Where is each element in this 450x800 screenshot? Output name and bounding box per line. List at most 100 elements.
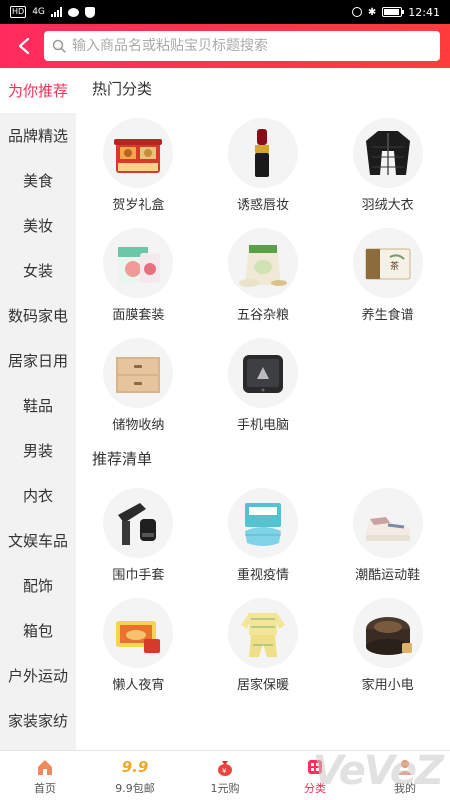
category-label: 居家保暖 (236, 678, 289, 693)
sidebar-item[interactable]: 箱包 (0, 608, 76, 653)
category-tile[interactable]: 贺岁礼盒 (76, 108, 201, 218)
back-button[interactable] (8, 30, 40, 62)
bluetooth-icon: ✱ (367, 6, 377, 18)
category-sidebar: 为你推荐 品牌精选 美食 美妆 女装 数码家电 居家日用 鞋品 男装 内衣 文娱车品 配饰 箱包 户外运动… (0, 68, 76, 750)
category-tile[interactable]: 诱惑唇妆 (201, 108, 326, 218)
chevron-left-icon (18, 37, 30, 55)
svg-text:茶: 茶 (390, 260, 399, 272)
category-tile[interactable]: 围巾手套 (76, 478, 201, 588)
status-bar: HD 4G ✱ 12:41 (0, 0, 450, 24)
lipstick-icon (254, 129, 269, 177)
section-title: 推荐清单 (92, 449, 153, 468)
tab-label: 9.9包邮 (115, 781, 155, 795)
watermark-logo: VeVeZ (312, 748, 444, 794)
status-right: ✱ 12:41 (351, 5, 440, 19)
nine-nine-icon: 9.9 (121, 757, 149, 776)
category-thumbnail (227, 488, 298, 558)
category-tile[interactable]: 羽绒大衣 (325, 108, 450, 218)
category-tile[interactable]: 五谷杂粮 (201, 218, 326, 328)
sidebar-item[interactable]: 家装家纺 (0, 698, 76, 743)
rice-cooker-icon (365, 617, 412, 655)
category-tile[interactable]: 茶养生食谱 (325, 218, 450, 328)
category-label: 面膜套装 (112, 308, 165, 323)
hd-badge: HD (10, 6, 27, 18)
category-thumbnail (227, 228, 298, 298)
face-mask-icon (118, 247, 161, 283)
medical-mask-icon (244, 503, 281, 546)
phone-icon (242, 355, 283, 393)
sidebar-item[interactable]: 品牌精选 (0, 113, 76, 158)
grain-bag-icon (238, 245, 287, 287)
category-thumbnail (103, 338, 174, 408)
category-tile[interactable]: 居家保暖 (201, 588, 326, 698)
category-label: 五谷杂粮 (236, 308, 289, 323)
message-icon (67, 7, 79, 17)
sidebar-item[interactable]: 美食 (0, 158, 76, 203)
category-label: 潮酷运动鞋 (355, 568, 421, 583)
shield-icon (84, 6, 95, 18)
category-thumbnail (352, 598, 423, 668)
home-icon (34, 756, 56, 778)
category-tile[interactable]: 重视疫情 (201, 478, 326, 588)
category-label: 懒人夜宵 (112, 678, 165, 693)
category-tile[interactable]: 潮酷运动鞋 (325, 478, 450, 588)
scarf-gloves-icon (118, 503, 157, 545)
storage-drawer-icon (116, 357, 161, 393)
search-icon (52, 39, 66, 53)
search-input[interactable] (72, 38, 432, 54)
tab-item[interactable]: 9.9 9.9包邮 (90, 751, 180, 800)
category-grid: 围巾手套 重视疫情 潮酷运动鞋懒人夜宵 居家保暖 家用小电 (76, 478, 450, 698)
sidebar-item[interactable]: 配饰 (0, 563, 76, 608)
signal-icon (50, 7, 62, 17)
tab-item[interactable]: ¥1元购 (180, 751, 270, 800)
category-tile[interactable]: 手机电脑 (201, 328, 326, 438)
alarm-icon (351, 7, 362, 17)
sidebar-item[interactable]: 户外运动 (0, 653, 76, 698)
category-tile[interactable]: 家用小电 (325, 588, 450, 698)
status-time: 12:41 (408, 5, 440, 19)
category-thumbnail (103, 598, 174, 668)
pajamas-icon (240, 613, 285, 657)
tab-label: 首页 (34, 781, 56, 795)
category-label: 手机电脑 (236, 418, 289, 433)
svg-text:¥: ¥ (222, 767, 227, 775)
tea-box-icon: 茶 (365, 248, 411, 280)
category-label: 贺岁礼盒 (112, 198, 165, 213)
down-jacket-icon (365, 131, 410, 175)
tab-label: 1元购 (210, 781, 240, 795)
tab-item[interactable]: 首页 (0, 751, 90, 800)
category-label: 羽绒大衣 (361, 198, 414, 213)
category-thumbnail (103, 228, 174, 298)
sidebar-item[interactable]: 为你推荐 (0, 68, 76, 113)
sidebar-item[interactable]: 内衣 (0, 473, 76, 518)
category-label: 重视疫情 (236, 568, 289, 583)
sidebar-item[interactable]: 女装 (0, 248, 76, 293)
category-thumbnail (352, 488, 423, 558)
category-label: 储物收纳 (112, 418, 165, 433)
category-tile[interactable]: 储物收纳 (76, 328, 201, 438)
sidebar-item[interactable]: 美妆 (0, 203, 76, 248)
category-thumbnail (103, 118, 174, 188)
money-bag-icon: ¥ (214, 756, 236, 778)
section-title: 热门分类 (92, 79, 153, 98)
category-tile[interactable]: 面膜套装 (76, 218, 201, 328)
sidebar-item[interactable]: 居家日用 (0, 338, 76, 383)
sidebar-item[interactable]: 鞋品 (0, 383, 76, 428)
sneaker-icon (365, 517, 410, 541)
sidebar-item[interactable]: 男装 (0, 428, 76, 473)
category-tile[interactable]: 懒人夜宵 (76, 588, 201, 698)
category-thumbnail (227, 118, 298, 188)
category-thumbnail (227, 338, 298, 408)
category-label: 养生食谱 (361, 308, 414, 323)
sidebar-item[interactable]: 文娱车品 (0, 518, 76, 563)
battery-icon (382, 7, 405, 17)
category-thumbnail (103, 488, 174, 558)
category-thumbnail (227, 598, 298, 668)
header (0, 24, 450, 68)
category-label: 围巾手套 (112, 568, 165, 583)
sidebar-item[interactable]: 数码家电 (0, 293, 76, 338)
category-grid: 贺岁礼盒 诱惑唇妆 羽绒大衣面膜套装 五谷杂粮 茶养生食谱储物收纳 手机电脑 (76, 108, 450, 438)
search-box[interactable] (44, 31, 440, 61)
category-label: 家用小电 (361, 678, 414, 693)
instant-noodle-icon (116, 621, 161, 653)
